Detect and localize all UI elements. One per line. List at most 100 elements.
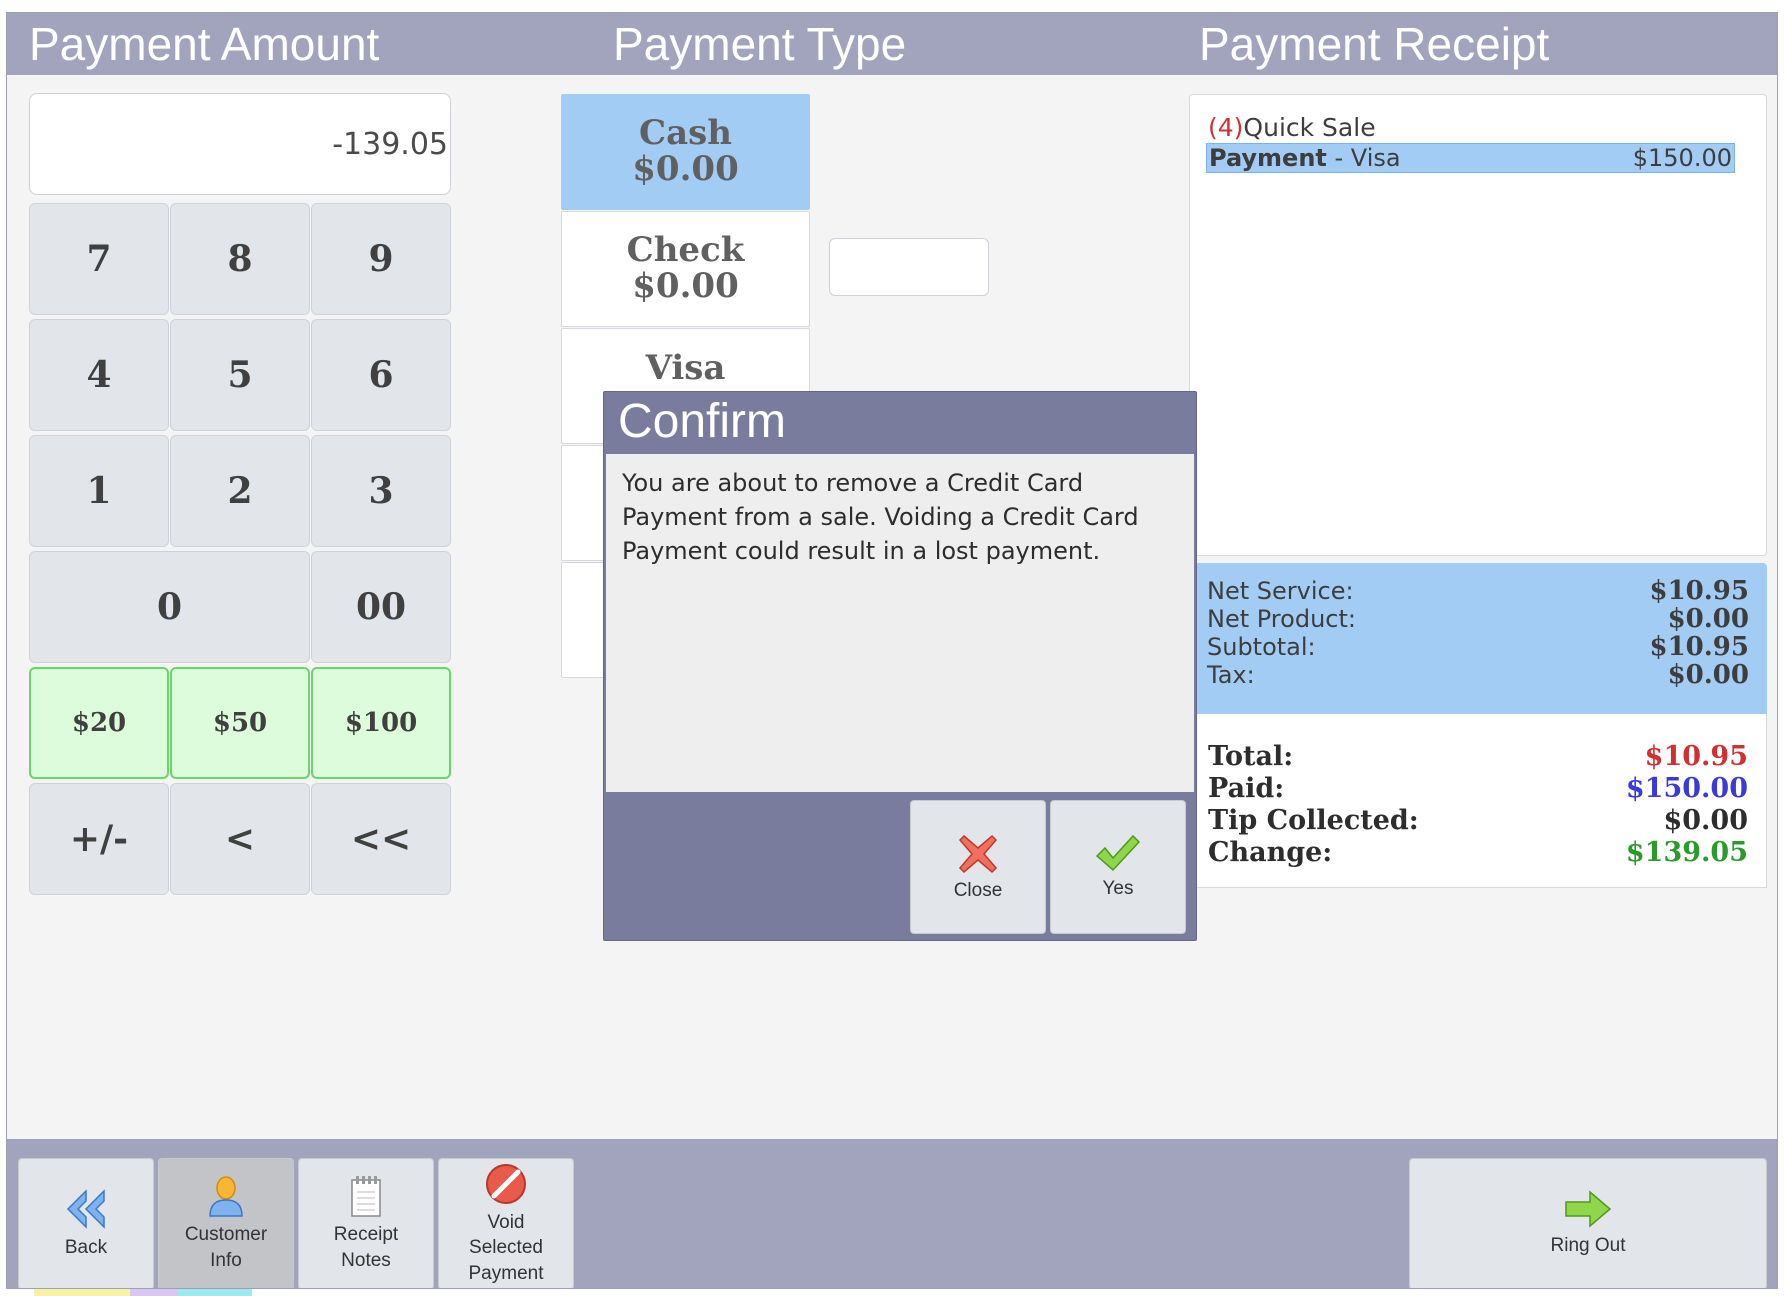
user-icon bbox=[209, 1176, 243, 1218]
key-7[interactable]: 7 bbox=[29, 203, 169, 315]
payment-type-visa-label: Visa bbox=[645, 348, 726, 388]
key-3[interactable]: 3 bbox=[311, 435, 451, 547]
receipt-payment-row[interactable]: Payment - Visa $150.00 bbox=[1206, 143, 1735, 173]
receipt-notes-label-2: Notes bbox=[341, 1250, 391, 1271]
taskbar-chip-cyan bbox=[178, 1289, 252, 1296]
back-label: Back bbox=[64, 1237, 108, 1259]
key-2[interactable]: 2 bbox=[170, 435, 310, 547]
paid-value: $150.00 bbox=[1625, 772, 1748, 804]
payment-type-check-label: Check bbox=[626, 230, 745, 271]
key-1[interactable]: 1 bbox=[29, 435, 169, 547]
ring-out-label: Ring Out bbox=[1550, 1235, 1626, 1257]
receipt-notes-button[interactable]: Receipt Notes bbox=[298, 1158, 434, 1288]
payment-type-check-amount: $0.00 bbox=[632, 266, 739, 306]
key-4[interactable]: 4 bbox=[29, 319, 169, 431]
key-8[interactable]: 8 bbox=[170, 203, 310, 315]
payment-amount-input[interactable]: -139.05 bbox=[29, 93, 451, 195]
total-value: $10.95 bbox=[1644, 740, 1748, 772]
payment-amount-value: -139.05 bbox=[332, 126, 448, 162]
confirm-dialog-message: You are about to remove a Credit Card Pa… bbox=[622, 469, 1139, 565]
void-label-1: Void bbox=[487, 1211, 525, 1233]
key-6[interactable]: 6 bbox=[311, 319, 451, 431]
payment-type-cash-label: Cash bbox=[639, 113, 732, 154]
change-value: $139.05 bbox=[1625, 836, 1748, 868]
net-service-row: Net Service: $10.95 bbox=[1207, 576, 1749, 606]
receipt-item-title[interactable]: (4)Quick Sale bbox=[1208, 113, 1376, 142]
receipt-notes-label-1: Receipt bbox=[333, 1224, 399, 1246]
net-product-row: Net Product: $0.00 bbox=[1207, 604, 1749, 634]
void-label-3: Payment bbox=[468, 1262, 544, 1284]
dialog-yes-button[interactable]: Yes bbox=[1050, 800, 1186, 934]
taskbar-chip-yellow bbox=[34, 1289, 130, 1296]
subtotal-value: $10.95 bbox=[1649, 632, 1749, 662]
receipt-panel: (4)Quick Sale Payment - Visa $150.00 bbox=[1189, 94, 1767, 556]
payment-type-title: Payment Type bbox=[613, 18, 907, 70]
total-label: Total: bbox=[1208, 740, 1294, 772]
paid-label: Paid: bbox=[1208, 772, 1285, 804]
bottom-toolbar: Back Customer Info Receipt Notes Void Se… bbox=[7, 1139, 1777, 1288]
void-selected-payment-button[interactable]: Void Selected Payment bbox=[438, 1158, 574, 1288]
close-icon bbox=[958, 834, 998, 874]
totals-panel: Total: $10.95 Paid: $150.00 Tip Collecte… bbox=[1189, 714, 1767, 888]
payment-type-cash[interactable]: Cash $0.00 bbox=[561, 94, 810, 210]
subtotal-row: Subtotal: $10.95 bbox=[1207, 632, 1749, 662]
quick-cash-20-button[interactable]: $20 bbox=[29, 667, 169, 779]
subtotal-label: Subtotal: bbox=[1207, 633, 1316, 661]
paid-row: Paid: $150.00 bbox=[1208, 772, 1748, 804]
void-icon bbox=[486, 1163, 526, 1204]
net-product-label: Net Product: bbox=[1207, 605, 1356, 633]
back-button[interactable]: Back bbox=[18, 1158, 154, 1288]
ring-out-button[interactable]: Ring Out bbox=[1409, 1158, 1767, 1288]
quick-cash-100-button[interactable]: $100 bbox=[311, 667, 451, 779]
arrow-right-icon bbox=[1565, 1190, 1612, 1228]
void-label-2: Selected bbox=[469, 1237, 543, 1259]
key-00[interactable]: 00 bbox=[311, 551, 451, 663]
dialog-yes-label: Yes bbox=[1102, 878, 1134, 899]
sign-toggle-key[interactable]: +/- bbox=[29, 783, 169, 895]
taskbar-chip-purple bbox=[130, 1289, 178, 1296]
customer-info-label-1: Customer bbox=[184, 1224, 268, 1246]
double-arrow-left-icon bbox=[66, 1189, 105, 1229]
receipt-payment-label: Payment bbox=[1209, 144, 1327, 172]
net-service-value: $10.95 bbox=[1649, 576, 1749, 606]
confirm-dialog-title: Confirm bbox=[618, 395, 787, 448]
confirm-dialog-body: You are about to remove a Credit Card Pa… bbox=[606, 454, 1194, 792]
customer-info-label-2: Info bbox=[210, 1250, 242, 1271]
payment-type-cash-amount: $0.00 bbox=[632, 149, 739, 189]
receipt-item-name: Quick Sale bbox=[1243, 113, 1376, 142]
tax-row: Tax: $0.00 bbox=[1207, 660, 1749, 690]
tip-label: Tip Collected: bbox=[1208, 804, 1419, 836]
tip-value: $0.00 bbox=[1663, 804, 1748, 836]
change-label: Change: bbox=[1208, 836, 1333, 868]
clear-key[interactable]: << bbox=[311, 783, 451, 895]
checkmark-icon bbox=[1095, 834, 1141, 872]
customer-info-button[interactable]: Customer Info bbox=[158, 1158, 294, 1288]
subtotals-panel: Net Service: $10.95 Net Product: $0.00 S… bbox=[1189, 563, 1767, 714]
key-9[interactable]: 9 bbox=[311, 203, 451, 315]
receipt-payment-amount: $150.00 bbox=[1632, 144, 1732, 172]
tip-row: Tip Collected: $0.00 bbox=[1208, 804, 1748, 836]
key-5[interactable]: 5 bbox=[170, 319, 310, 431]
dialog-close-label: Close bbox=[953, 880, 1003, 901]
payment-receipt-title: Payment Receipt bbox=[1199, 18, 1550, 70]
payment-amount-title: Payment Amount bbox=[29, 18, 380, 70]
net-service-label: Net Service: bbox=[1207, 577, 1354, 605]
change-row: Change: $139.05 bbox=[1208, 836, 1748, 868]
payment-type-check[interactable]: Check $0.00 bbox=[561, 211, 810, 327]
total-row: Total: $10.95 bbox=[1208, 740, 1748, 772]
receipt-payment-method: - Visa bbox=[1326, 144, 1401, 172]
tax-label: Tax: bbox=[1207, 661, 1255, 689]
quick-cash-50-button[interactable]: $50 bbox=[170, 667, 310, 779]
confirm-dialog: Confirm You are about to remove a Credit… bbox=[603, 391, 1197, 941]
taskbar-strip bbox=[0, 1289, 1784, 1296]
key-0[interactable]: 0 bbox=[29, 551, 310, 663]
net-product-value: $0.00 bbox=[1667, 604, 1749, 634]
header-bar: Payment Amount Payment Type Payment Rece… bbox=[7, 13, 1777, 75]
backspace-key[interactable]: < bbox=[170, 783, 310, 895]
payment-window: Payment Amount Payment Type Payment Rece… bbox=[6, 12, 1778, 1289]
notepad-icon bbox=[351, 1176, 381, 1218]
tax-value: $0.00 bbox=[1667, 660, 1749, 690]
receipt-item-count: (4) bbox=[1208, 113, 1244, 142]
dialog-close-button[interactable]: Close bbox=[910, 800, 1046, 934]
check-number-input[interactable] bbox=[829, 238, 989, 296]
